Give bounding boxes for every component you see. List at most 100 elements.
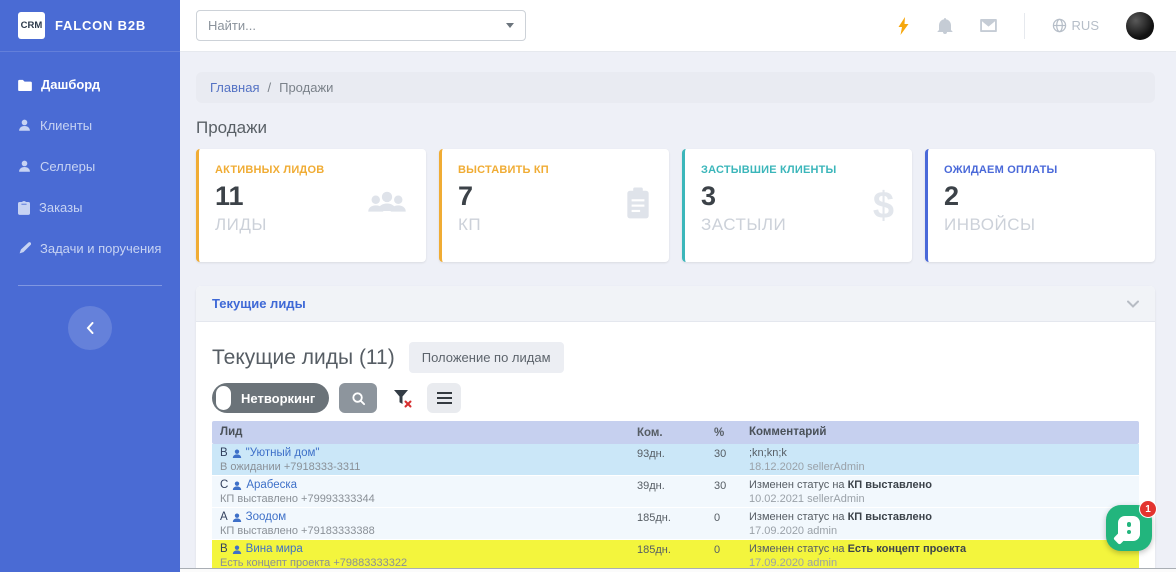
lead-status-phone: КП выставлено +79183333388: [220, 525, 629, 538]
crm-logo-icon: CRM: [18, 12, 45, 39]
person-icon: [232, 481, 242, 491]
lead-days: 185дн.: [629, 511, 706, 536]
sidebar-item-label: Задачи и поручения: [40, 241, 161, 256]
topbar: Найти... RUS: [180, 0, 1176, 52]
comment-meta: 18.12.2020 sellerAdmin: [749, 461, 1131, 474]
search-input[interactable]: Найти...: [196, 10, 526, 41]
clipboard-icon: [18, 201, 30, 215]
stat-card-stalled-clients[interactable]: ЗАСТЫВШИЕ КЛИЕНТЫ 3 ЗАСТЫЛИ $: [682, 149, 912, 262]
lead-days: 185дн.: [629, 543, 706, 568]
leads-heading: Текущие лиды (11): [212, 346, 395, 370]
lead-status-phone: В ожидании +7918333-3311: [220, 461, 629, 474]
topbar-actions: RUS: [897, 12, 1154, 40]
clear-filter-button[interactable]: [387, 383, 417, 413]
lead-days: 93дн.: [629, 447, 706, 472]
breadcrumb-separator: /: [267, 80, 271, 95]
leads-controls: Нетворкинг: [212, 383, 1139, 413]
toggle-knob: [216, 386, 231, 410]
language-selector[interactable]: RUS: [1052, 18, 1099, 33]
dollar-icon: $: [873, 187, 894, 225]
person-icon: [232, 513, 242, 523]
lead-grade-letter: A: [220, 511, 228, 524]
search-icon: [351, 391, 366, 406]
person-icon: [232, 449, 242, 459]
comment-text: Изменен статус на Есть концепт проекта: [749, 543, 1131, 556]
stat-title: АКТИВНЫХ ЛИДОВ: [215, 164, 410, 176]
stat-card-active-leads[interactable]: АКТИВНЫХ ЛИДОВ 11 ЛИДЫ: [196, 149, 426, 262]
lead-name-link[interactable]: Арабеска: [246, 479, 297, 492]
stat-cards: АКТИВНЫХ ЛИДОВ 11 ЛИДЫ ВЫСТАВИТЬ КП 7 КП…: [196, 149, 1155, 262]
sidebar-divider: [18, 285, 162, 286]
lead-grade-letter: B: [220, 543, 228, 556]
lead-percent: 30: [706, 479, 741, 504]
comment-text: Изменен статус на КП выставлено: [749, 479, 1131, 492]
sidebar-item-label: Заказы: [39, 200, 82, 215]
sidebar-item-label: Селлеры: [40, 159, 95, 174]
sidebar-nav: Дашборд Клиенты Селлеры Заказы Задачи и …: [0, 52, 180, 269]
column-header-days: Ком.: [629, 426, 706, 439]
stat-title: ОЖИДАЕМ ОПЛАТЫ: [944, 164, 1139, 176]
stat-value: 2: [944, 183, 1139, 210]
stat-card-quotes[interactable]: ВЫСТАВИТЬ КП 7 КП: [439, 149, 669, 262]
lightning-icon: [897, 17, 910, 35]
messages-button[interactable]: [980, 19, 997, 32]
table-menu-button[interactable]: [427, 383, 461, 413]
sidebar-collapse-button[interactable]: [68, 306, 112, 350]
lead-name-link[interactable]: "Уютный дом": [246, 447, 320, 460]
chat-widget-button[interactable]: 1: [1106, 505, 1152, 551]
column-header-percent: %: [706, 426, 741, 439]
sidebar-item-clients[interactable]: Клиенты: [0, 105, 180, 146]
column-header-comment: Комментарий: [741, 426, 1139, 439]
chevron-left-icon: [86, 322, 95, 334]
table-row[interactable]: A Зоодом КП выставлено +79183333388 185д…: [212, 508, 1139, 540]
comment-meta: 17.09.2020 admin: [749, 525, 1131, 538]
table-row[interactable]: C Арабеска КП выставлено +79993333344 39…: [212, 476, 1139, 508]
comment-text: Изменен статус на КП выставлено: [749, 511, 1131, 524]
menu-icon: [437, 392, 452, 394]
sidebar-item-sellers[interactable]: Селлеры: [0, 146, 180, 187]
dashboard-icon: [18, 79, 32, 91]
table-search-button[interactable]: [339, 383, 377, 413]
chevron-down-icon: [506, 23, 514, 28]
stat-value: 7: [458, 183, 653, 210]
lead-grade-letter: C: [220, 479, 228, 492]
lead-name-link[interactable]: Вина мира: [246, 543, 303, 556]
crm-app: CRM FALCON B2B Дашборд Клиенты Селлеры З…: [0, 0, 1176, 572]
lead-name-link[interactable]: Зоодом: [246, 511, 287, 524]
user-icon: [18, 160, 31, 173]
panel-body: Текущие лиды (11) Положение по лидам Нет…: [196, 322, 1155, 572]
breadcrumb-home-link[interactable]: Главная: [210, 80, 259, 95]
leads-position-button[interactable]: Положение по лидам: [409, 342, 564, 373]
search-placeholder: Найти...: [208, 18, 256, 33]
envelope-icon: [980, 19, 997, 32]
comment-meta: 10.02.2021 sellerAdmin: [749, 493, 1131, 506]
brand-logo[interactable]: CRM FALCON B2B: [0, 0, 180, 52]
table-header: Лид Ком. % Комментарий: [212, 421, 1139, 444]
pen-icon: [18, 242, 31, 255]
user-avatar[interactable]: [1126, 12, 1154, 40]
lead-percent: 0: [706, 543, 741, 568]
current-leads-panel: Текущие лиды Текущие лиды (11) Положение…: [196, 286, 1155, 572]
users-icon: [366, 188, 408, 223]
lead-percent: 0: [706, 511, 741, 536]
notifications-button[interactable]: [937, 18, 953, 34]
table-row[interactable]: B "Уютный дом" В ожидании +7918333-3311 …: [212, 444, 1139, 476]
comment-text: ;kn;kn;k: [749, 447, 1131, 460]
chevron-down-icon[interactable]: [1127, 300, 1139, 308]
filter-remove-icon: [393, 389, 412, 408]
sidebar-item-orders[interactable]: Заказы: [0, 187, 180, 228]
bell-icon: [937, 18, 953, 34]
sidebar-item-dashboard[interactable]: Дашборд: [0, 64, 180, 105]
leads-heading-row: Текущие лиды (11) Положение по лидам: [212, 342, 1139, 373]
main-content: Главная / Продажи Продажи АКТИВНЫХ ЛИДОВ…: [180, 52, 1176, 572]
breadcrumb-current: Продажи: [279, 80, 333, 95]
chat-unread-badge: 1: [1139, 500, 1157, 518]
sidebar-item-tasks[interactable]: Задачи и поручения: [0, 228, 180, 269]
networking-toggle[interactable]: Нетворкинг: [212, 383, 329, 413]
stat-card-awaiting-payment[interactable]: ОЖИДАЕМ ОПЛАТЫ 2 ИНВОЙСЫ: [925, 149, 1155, 262]
quick-actions-button[interactable]: [897, 17, 910, 35]
column-header-lead: Лид: [212, 426, 629, 439]
panel-title: Текущие лиды: [212, 296, 306, 311]
person-icon: [232, 545, 242, 555]
topbar-divider: [1024, 13, 1025, 39]
